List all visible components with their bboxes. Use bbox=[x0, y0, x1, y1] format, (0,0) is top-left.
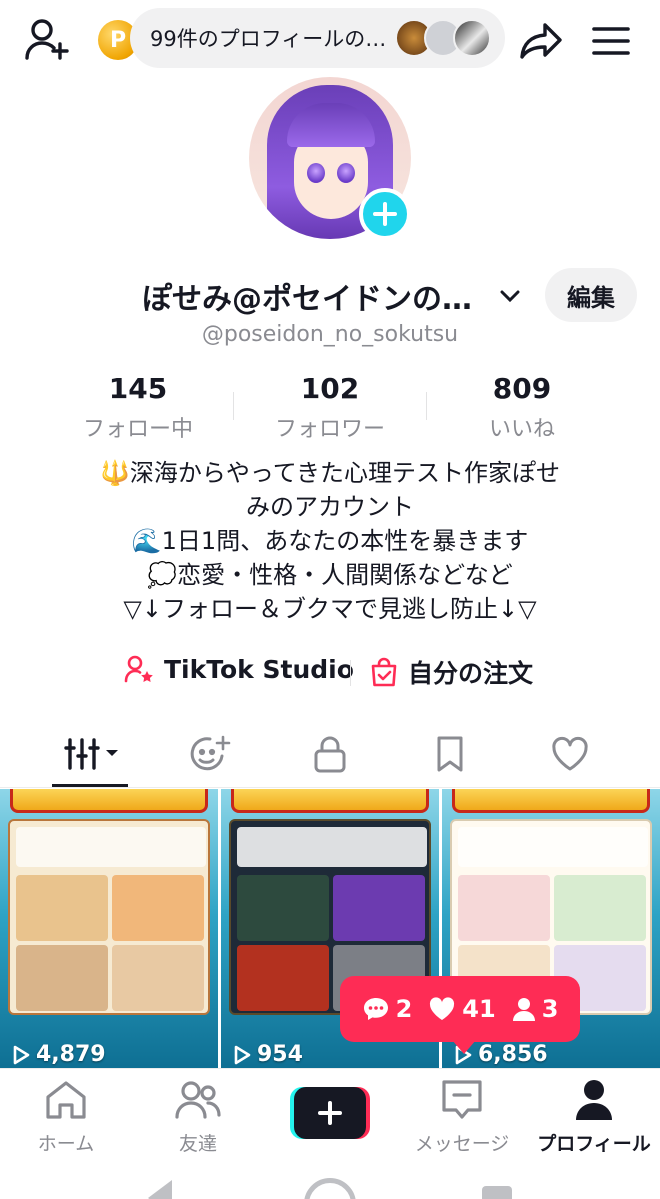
nav-home[interactable]: ホーム bbox=[6, 1077, 126, 1156]
tiktok-studio-link[interactable]: TikTok Studio bbox=[124, 654, 354, 684]
thumbnail-banner bbox=[231, 789, 429, 813]
comment-count-value: 2 bbox=[395, 995, 413, 1023]
tiktok-studio-label: TikTok Studio bbox=[164, 654, 354, 684]
profile-visitors-text: 99件のプロフィールの… bbox=[150, 27, 387, 51]
home-icon bbox=[46, 1081, 86, 1119]
bio-line: みのアカウント bbox=[246, 493, 414, 521]
comment-icon bbox=[363, 998, 388, 1020]
like-count: 41 bbox=[428, 995, 496, 1023]
activity-notification-bubble[interactable]: 2 41 3 bbox=[340, 976, 580, 1042]
comment-count: 2 bbox=[362, 995, 413, 1023]
nav-label: 友達 bbox=[178, 1133, 217, 1155]
create-post-button[interactable] bbox=[290, 1087, 370, 1139]
thumbnail-banner bbox=[452, 789, 650, 813]
nav-inbox[interactable]: メッセージ bbox=[402, 1077, 522, 1156]
face-sparkle-icon bbox=[190, 735, 231, 771]
nav-profile[interactable]: プロフィール bbox=[534, 1077, 654, 1156]
view-count-value: 6,856 bbox=[478, 1042, 548, 1067]
message-icon bbox=[442, 1080, 482, 1119]
edit-profile-button[interactable]: 編集 bbox=[545, 268, 637, 322]
bookmark-icon bbox=[437, 736, 463, 772]
like-count-value: 41 bbox=[462, 995, 496, 1023]
active-tab-indicator bbox=[52, 784, 128, 787]
stat-label: いいね bbox=[488, 417, 555, 442]
shopping-bag-icon bbox=[371, 657, 397, 687]
profile-icon bbox=[576, 1080, 612, 1120]
bio-line: 🔱深海からやってきた心理テスト作家ぽせ bbox=[100, 459, 560, 487]
my-orders-link[interactable]: 自分の注文 bbox=[370, 654, 533, 690]
lock-icon bbox=[314, 736, 346, 773]
stat-value: 145 bbox=[108, 372, 168, 405]
tab-private[interactable] bbox=[300, 730, 360, 778]
stat-label: フォロー中 bbox=[82, 417, 193, 442]
play-icon bbox=[13, 1045, 30, 1064]
profile-avatar[interactable] bbox=[249, 77, 411, 240]
visitor-avatars bbox=[395, 19, 491, 57]
bio-line: 🌊1日1問、あなたの本性を暴きます bbox=[131, 527, 529, 555]
display-name[interactable]: ぽせみ@ポセイドンの… bbox=[142, 274, 472, 318]
heart-icon bbox=[430, 997, 455, 1020]
stat-followers[interactable]: 102 フォロワー bbox=[230, 372, 430, 443]
add-friend-icon[interactable] bbox=[22, 14, 72, 64]
person-icon bbox=[512, 998, 535, 1021]
system-navigation-bar bbox=[0, 1158, 660, 1199]
view-count-value: 4,879 bbox=[36, 1042, 106, 1067]
bottom-navigation: ホーム 友達 メッセージ プロフィール bbox=[0, 1068, 660, 1158]
thumbnail-banner bbox=[10, 789, 208, 813]
studio-person-star-icon bbox=[124, 655, 153, 683]
follower-count-value: 3 bbox=[541, 995, 559, 1023]
username-handle: @poseidon_no_sokutsu bbox=[201, 322, 459, 347]
content-tabs bbox=[0, 722, 660, 788]
menu-icon[interactable] bbox=[588, 18, 634, 64]
profile-stats: 145 フォロー中 102 フォロワー 809 いいね bbox=[0, 372, 660, 442]
video-thumbnail[interactable]: 4,879 bbox=[0, 789, 218, 1069]
bubble-tail bbox=[452, 1040, 476, 1054]
play-icon bbox=[234, 1045, 251, 1064]
recent-apps-icon[interactable] bbox=[482, 1186, 512, 1199]
stat-value: 102 bbox=[300, 372, 360, 405]
friends-icon bbox=[175, 1081, 221, 1119]
divider bbox=[350, 660, 351, 686]
profile-visitors-pill[interactable]: 99件のプロフィールの… bbox=[130, 8, 505, 68]
bio-line: 💭恋愛・性格・人間関係などなど bbox=[147, 561, 513, 589]
tab-reposts[interactable] bbox=[180, 730, 240, 778]
profile-bio: 🔱深海からやってきた心理テスト作家ぽせ みのアカウント 🌊1日1問、あなたの本性… bbox=[60, 456, 600, 626]
name-row: ぽせみ@ポセイドンの… 編集 bbox=[0, 268, 660, 324]
tab-videos[interactable] bbox=[58, 730, 130, 778]
add-story-plus-icon[interactable] bbox=[359, 188, 411, 240]
view-count-value: 954 bbox=[257, 1042, 303, 1067]
tab-liked[interactable] bbox=[540, 730, 600, 778]
view-count: 4,879 bbox=[12, 1042, 106, 1067]
stat-likes[interactable]: 809 いいね bbox=[422, 372, 622, 443]
thumbnail-image bbox=[8, 819, 210, 1015]
back-icon[interactable] bbox=[148, 1180, 172, 1199]
heart-icon bbox=[552, 736, 588, 771]
nav-label: メッセージ bbox=[414, 1133, 510, 1155]
stat-label: フォロワー bbox=[274, 417, 385, 442]
view-count: 954 bbox=[233, 1042, 303, 1067]
nav-label: プロフィール bbox=[537, 1133, 651, 1155]
top-bar: P 99件のプロフィールの… bbox=[0, 0, 660, 80]
plus-icon bbox=[318, 1101, 342, 1125]
stat-following[interactable]: 145 フォロー中 bbox=[38, 372, 238, 443]
stat-value: 809 bbox=[492, 372, 552, 405]
nav-label: ホーム bbox=[37, 1133, 95, 1155]
tab-favorites[interactable] bbox=[420, 730, 480, 778]
my-orders-label: 自分の注文 bbox=[408, 659, 534, 688]
grid-bars-icon bbox=[64, 738, 118, 770]
visitor-avatar bbox=[453, 19, 491, 57]
home-circle-icon[interactable] bbox=[304, 1178, 356, 1199]
nav-friends[interactable]: 友達 bbox=[138, 1077, 258, 1156]
bio-line: ▽↓フォロー＆ブクマで見逃し防止↓▽ bbox=[123, 595, 537, 623]
follower-count: 3 bbox=[512, 995, 559, 1023]
chevron-down-icon[interactable] bbox=[496, 282, 524, 310]
profile-links: TikTok Studio 自分の注文 bbox=[0, 650, 660, 694]
share-icon[interactable] bbox=[516, 16, 566, 66]
